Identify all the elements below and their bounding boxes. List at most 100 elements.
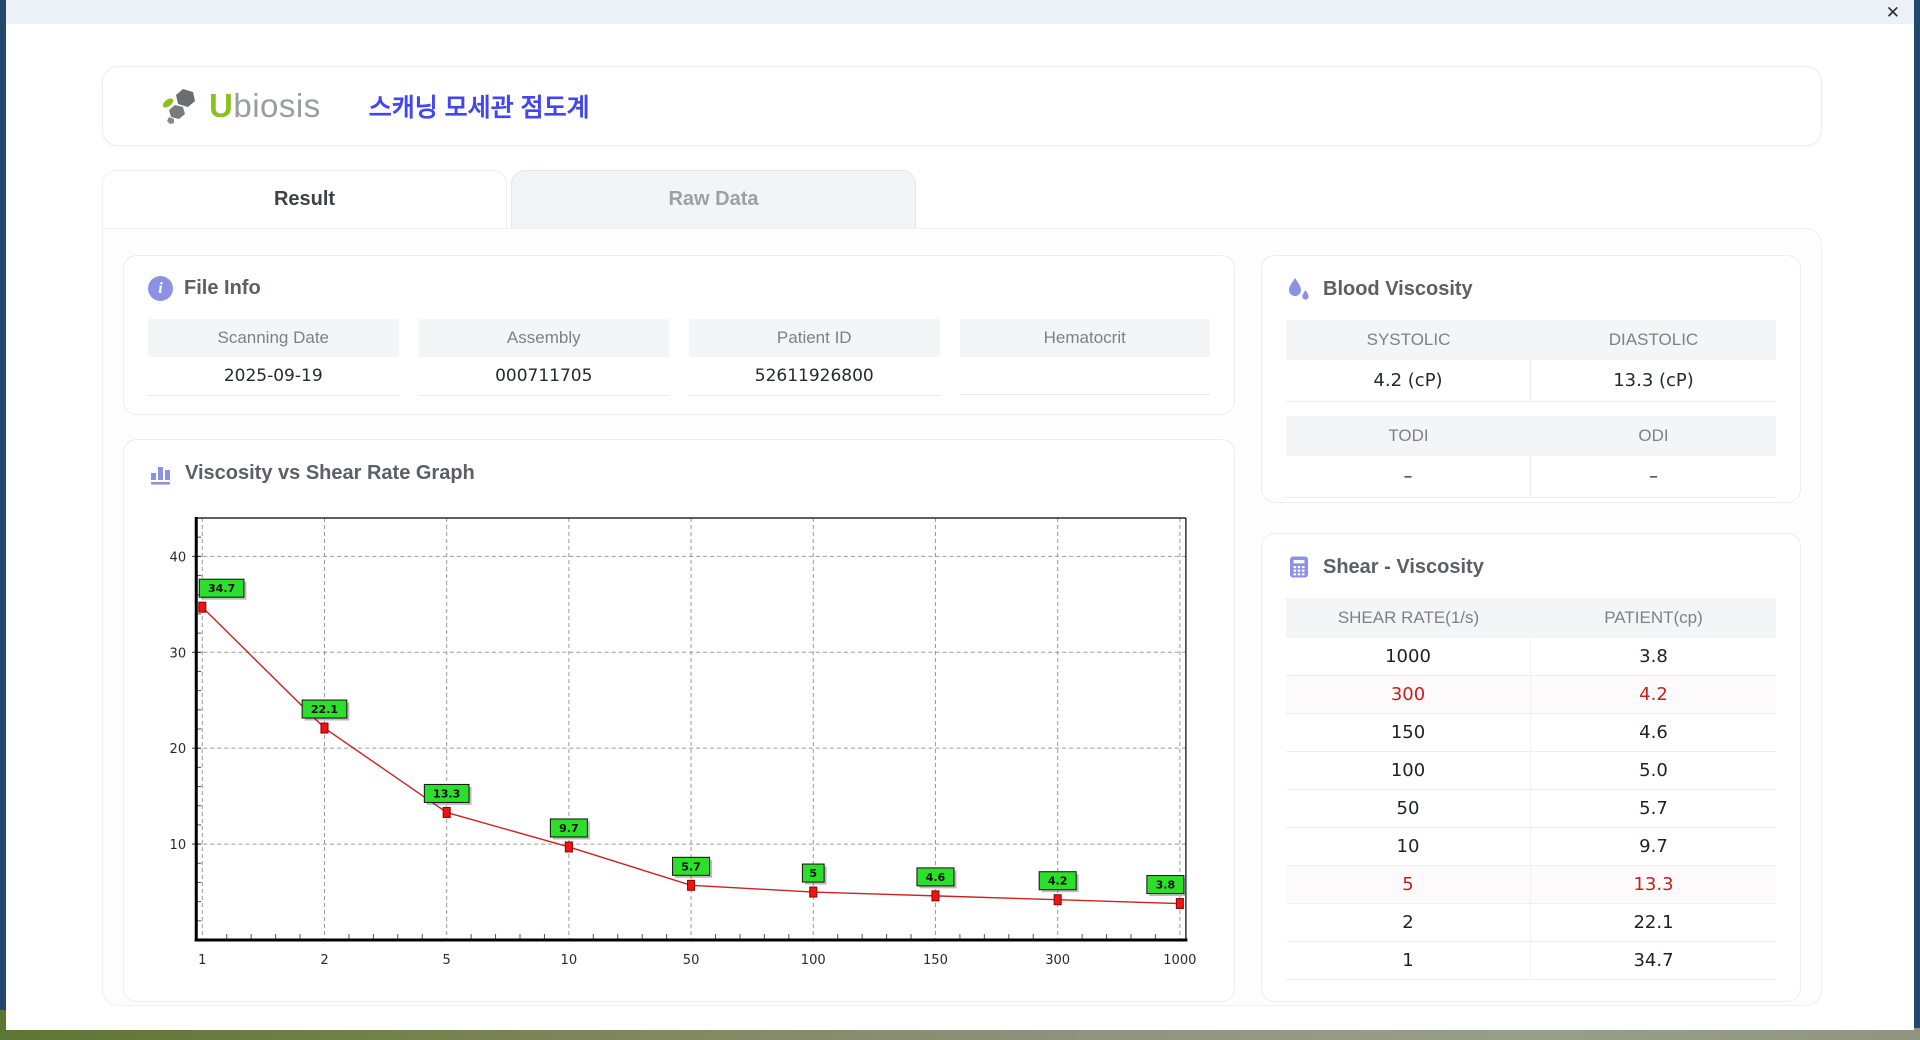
patient-cell: 13.3 <box>1633 874 1674 895</box>
blood-viscosity-card: Blood Viscosity SYSTOLIC DIASTOLIC 4.2 (… <box>1261 255 1801 503</box>
table-row: 100 5.0 <box>1286 752 1776 790</box>
svg-text:13.3: 13.3 <box>433 787 460 800</box>
bar-chart-icon <box>151 467 170 485</box>
systolic-value: 4.2 (cP) <box>1286 360 1531 402</box>
svg-text:9.7: 9.7 <box>559 822 579 835</box>
field-label: Hematocrit <box>959 319 1210 357</box>
graph-plot-area: 10 20 30 40 1 2 5 10 50 100 150 300 1000 34.7 22.1 13.3… <box>148 504 1210 981</box>
patient-cell: 4.2 <box>1639 684 1668 705</box>
right-column: Blood Viscosity SYSTOLIC DIASTOLIC 4.2 (… <box>1261 255 1801 1002</box>
svg-text:30: 30 <box>170 646 187 661</box>
field-value: 52611926800 <box>689 357 940 396</box>
graph-card: Viscosity vs Shear Rate Graph 10 20 30 40 1 2… <box>123 439 1235 1002</box>
diastolic-label: DIASTOLIC <box>1531 320 1776 360</box>
field-hematocrit: Hematocrit <box>959 319 1210 396</box>
todi-label: TODI <box>1286 416 1531 456</box>
diastolic-value: 13.3 (cP) <box>1531 360 1776 402</box>
shear-table-header: SHEAR RATE(1/s) PATIENT(cp) <box>1286 598 1776 638</box>
shear-rate-column-header: SHEAR RATE(1/s) <box>1337 608 1480 627</box>
shear-rate-cell: 10 <box>1286 828 1531 865</box>
window-titlebar: ✕ <box>6 0 1914 24</box>
patient-cell: 3.8 <box>1639 646 1668 667</box>
field-value: 000711705 <box>418 357 669 396</box>
svg-text:5.7: 5.7 <box>681 860 701 873</box>
field-scanning-date: Scanning Date 2025-09-19 <box>148 319 399 396</box>
svg-text:34.7: 34.7 <box>208 582 235 595</box>
window-content: Ubiosis 스캐닝 모세관 점도계 Result Raw Data i Fi… <box>6 24 1914 1006</box>
bv-header-row-2: TODI ODI <box>1286 416 1776 456</box>
tab-bar: Result Raw Data <box>102 170 1822 228</box>
svg-text:22.1: 22.1 <box>311 703 338 716</box>
viscosity-chart: 10 20 30 40 1 2 5 10 50 100 150 300 1000 34.7 22.1 13.3… <box>170 517 1196 968</box>
shear-rate-cell: 300 <box>1286 676 1531 713</box>
close-icon[interactable]: ✕ <box>1886 4 1900 21</box>
patient-cell: 4.6 <box>1639 722 1668 743</box>
table-row: 2 22.1 <box>1286 904 1776 942</box>
svg-text:50: 50 <box>683 953 700 968</box>
shear-rate-cell: 1000 <box>1286 638 1531 675</box>
field-assembly: Assembly 000711705 <box>418 319 669 396</box>
bv-value-row-1: 4.2 (cP) 13.3 (cP) <box>1286 360 1776 402</box>
shear-rate-cell: 50 <box>1286 790 1531 827</box>
shear-rate-cell: 100 <box>1286 752 1531 789</box>
field-value: 2025-09-19 <box>148 357 399 396</box>
svg-text:300: 300 <box>1045 953 1070 968</box>
patient-cell: 5.7 <box>1639 798 1668 819</box>
svg-text:5: 5 <box>809 867 817 880</box>
shear-rate-cell: 1 <box>1286 942 1531 979</box>
svg-text:5: 5 <box>443 953 451 968</box>
ubiosis-logo: Ubiosis <box>161 87 321 125</box>
field-label: Scanning Date <box>148 319 399 357</box>
calculator-icon <box>1290 556 1308 578</box>
tab-result[interactable]: Result <box>102 170 507 228</box>
patient-cell: 5.0 <box>1639 760 1668 781</box>
svg-text:4.2: 4.2 <box>1048 875 1068 888</box>
file-info-title: File Info <box>184 277 261 299</box>
patient-cell: 22.1 <box>1633 912 1674 933</box>
todi-value: – <box>1286 456 1531 498</box>
svg-text:3.8: 3.8 <box>1156 879 1176 892</box>
svg-text:40: 40 <box>170 550 187 565</box>
patient-column-header: PATIENT(cp) <box>1604 608 1703 627</box>
blood-viscosity-title: Blood Viscosity <box>1323 277 1473 300</box>
app-title: 스캐닝 모세관 점도계 <box>368 94 590 122</box>
blood-drops-icon <box>1289 278 1309 300</box>
table-row: 300 4.2 <box>1286 676 1776 714</box>
svg-text:100: 100 <box>801 953 826 968</box>
bv-header-row-1: SYSTOLIC DIASTOLIC <box>1286 320 1776 360</box>
table-row: 150 4.6 <box>1286 714 1776 752</box>
main-panel: i File Info Scanning Date 2025-09-19 Ass… <box>102 228 1822 1006</box>
table-row: 50 5.7 <box>1286 790 1776 828</box>
file-info-grid: Scanning Date 2025-09-19 Assembly 000711… <box>148 319 1210 396</box>
graph-title: Viscosity vs Shear Rate Graph <box>185 461 475 484</box>
header-card: Ubiosis 스캐닝 모세관 점도계 <box>102 66 1822 146</box>
app-window: ✕ Ubiosis 스캐닝 모세관 점도계 Result Raw Data i … <box>6 0 1914 1030</box>
systolic-label: SYSTOLIC <box>1286 320 1531 360</box>
shear-rate-cell: 2 <box>1286 904 1531 941</box>
file-info-card: i File Info Scanning Date 2025-09-19 Ass… <box>123 255 1235 415</box>
table-row: 5 13.3 <box>1286 866 1776 904</box>
shear-rate-cell: 5 <box>1286 866 1531 903</box>
patient-cell: 34.7 <box>1633 950 1674 971</box>
field-patient-id: Patient ID 52611926800 <box>689 319 940 396</box>
shear-viscosity-card: Shear - Viscosity SHEAR RATE(1/s) PATIEN… <box>1261 533 1801 1002</box>
shear-rate-cell: 150 <box>1286 714 1531 751</box>
table-row: 1 34.7 <box>1286 942 1776 980</box>
desktop-edge-right <box>1914 0 1920 1030</box>
field-label: Patient ID <box>689 319 940 357</box>
patient-cell: 9.7 <box>1639 836 1668 857</box>
field-label: Assembly <box>418 319 669 357</box>
tab-raw-data[interactable]: Raw Data <box>511 170 916 228</box>
svg-text:150: 150 <box>923 953 948 968</box>
info-icon: i <box>148 276 173 301</box>
odi-value: – <box>1531 456 1776 498</box>
svg-text:10: 10 <box>170 838 187 853</box>
svg-text:4.6: 4.6 <box>926 871 946 884</box>
logo-text-u: U <box>209 87 234 124</box>
svg-text:10: 10 <box>561 953 578 968</box>
svg-text:1000: 1000 <box>1163 953 1196 968</box>
svg-text:1: 1 <box>198 953 206 968</box>
bv-value-row-2: – – <box>1286 456 1776 498</box>
shear-viscosity-title: Shear - Viscosity <box>1323 555 1484 578</box>
odi-label: ODI <box>1531 416 1776 456</box>
